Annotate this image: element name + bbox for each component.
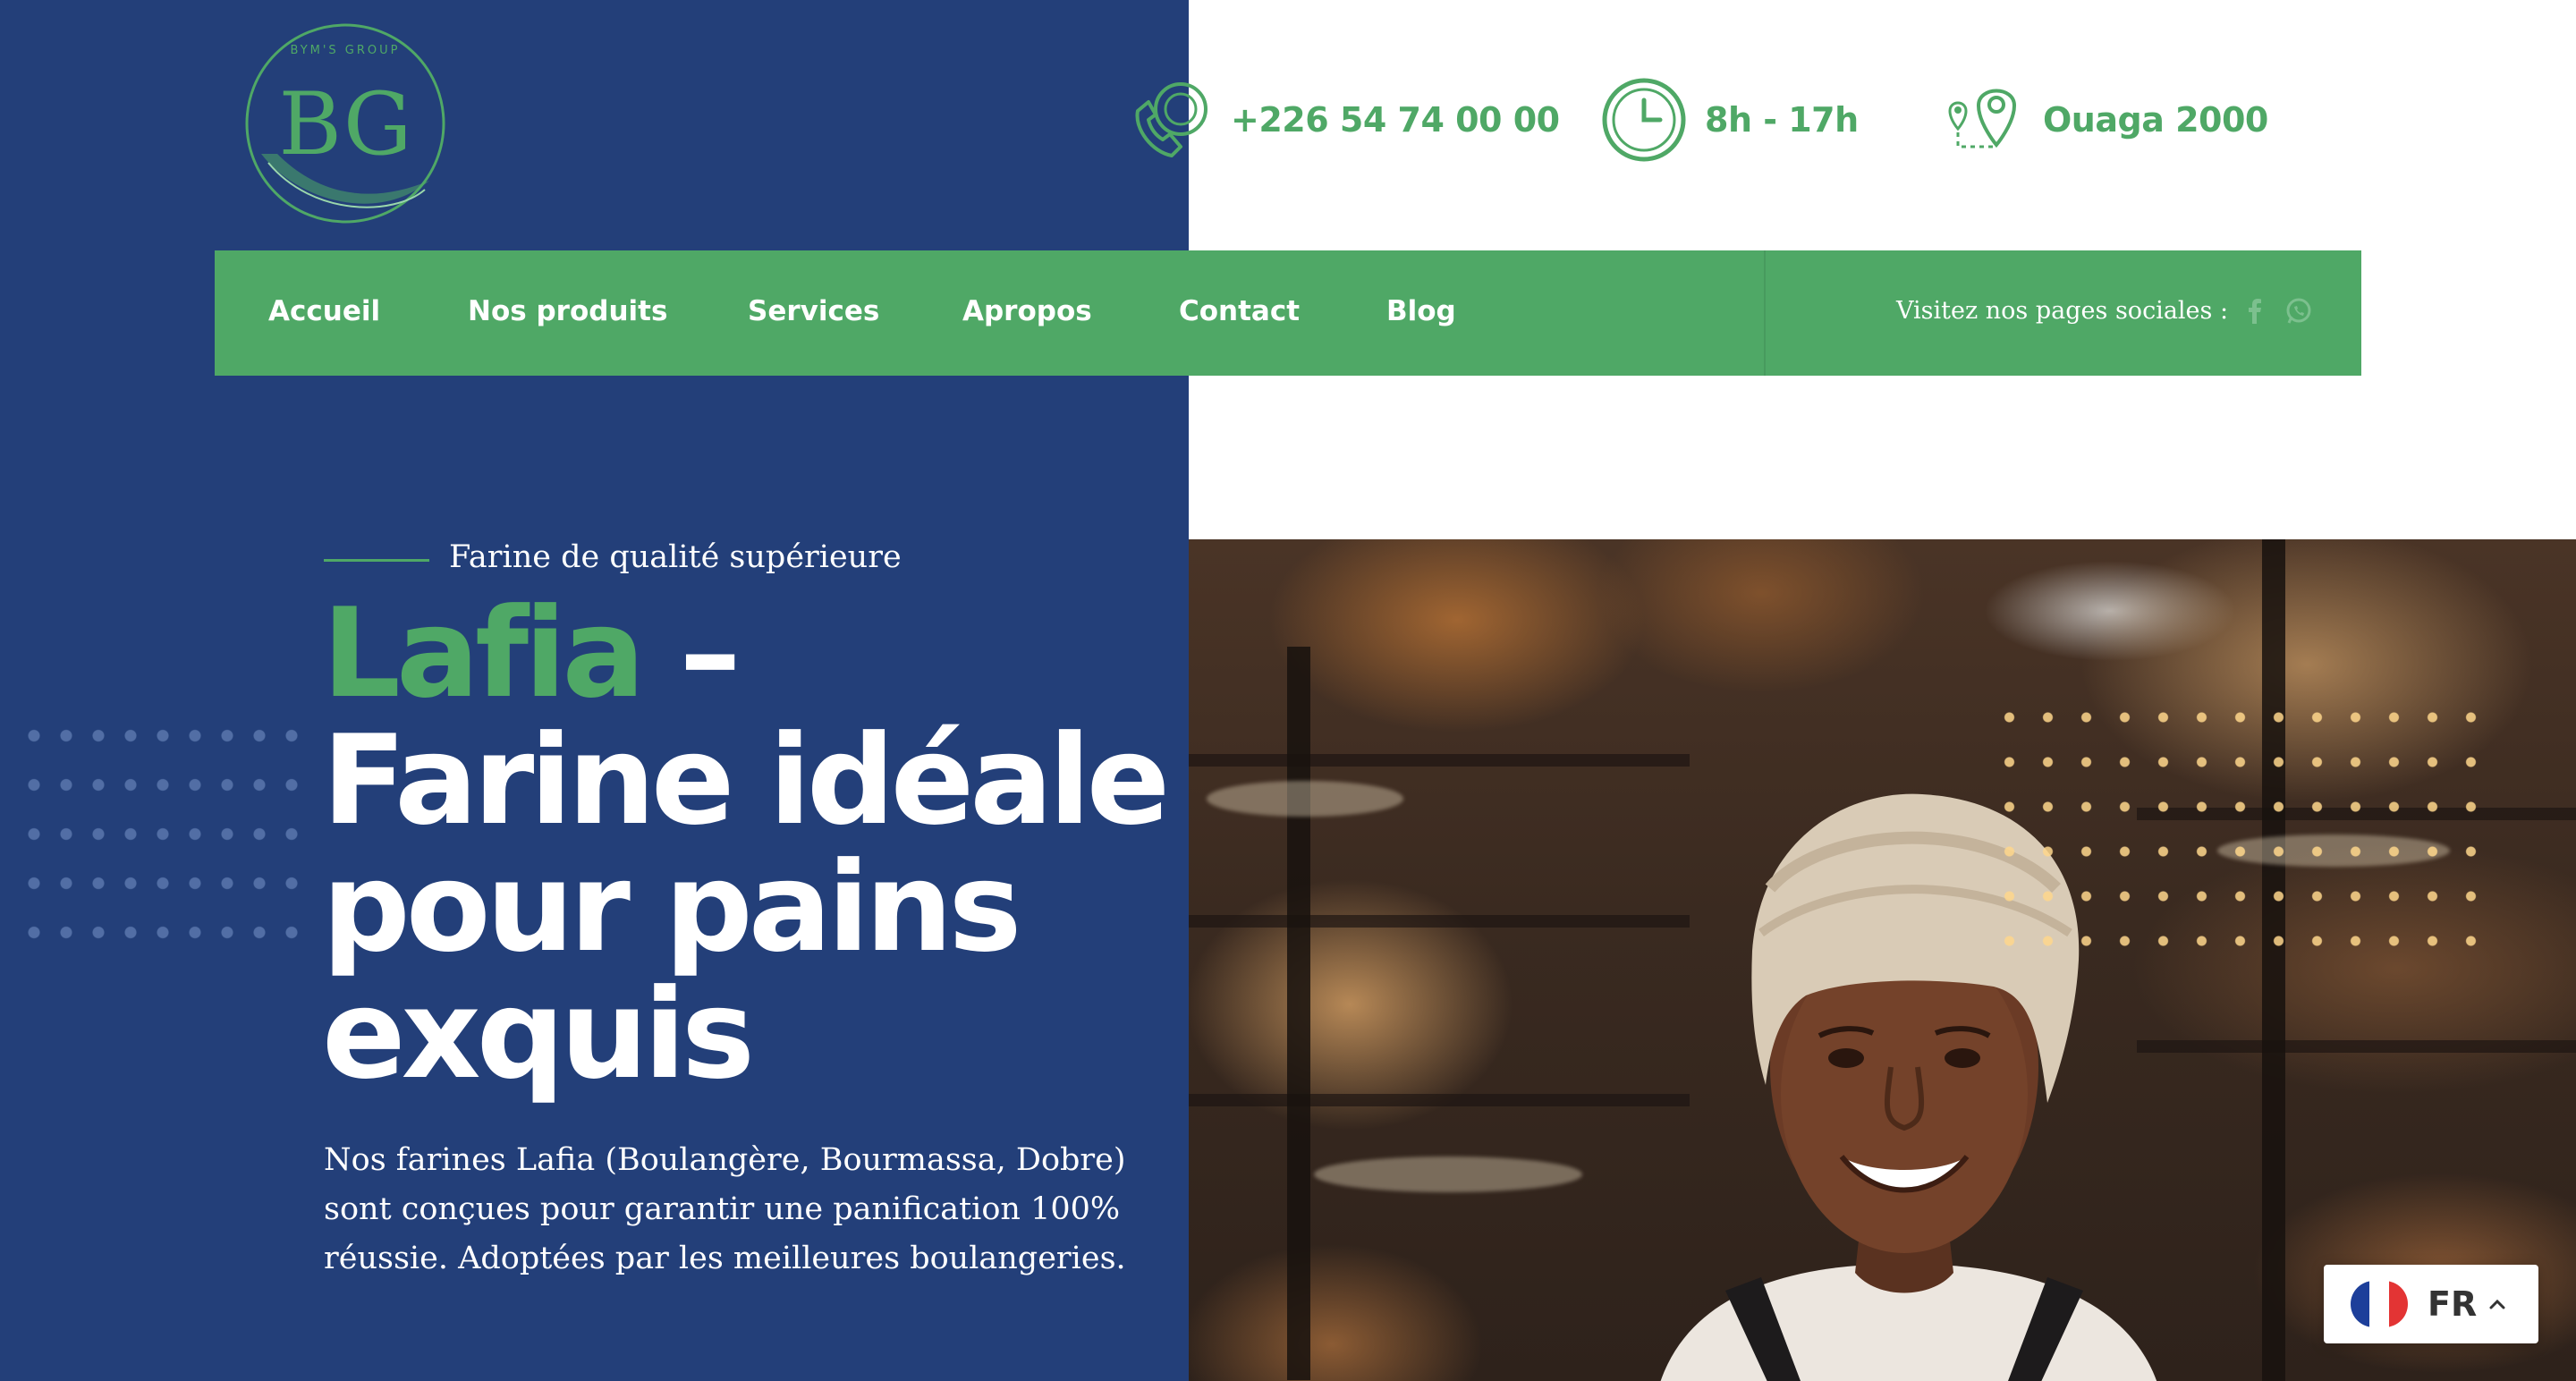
nav-item-apropos[interactable]: Apropos	[962, 295, 1092, 327]
phone-number: +226 54 74 00 00	[1231, 100, 1560, 140]
language-switcher[interactable]: FR	[2324, 1265, 2538, 1343]
shelf-post	[1287, 647, 1310, 1380]
language-code: FR	[2428, 1284, 2478, 1324]
brand-logo[interactable]: BG BYM'S GROUP	[242, 20, 449, 227]
decorative-dots	[18, 711, 313, 970]
light-glow	[1314, 1156, 1582, 1192]
eyebrow-line	[324, 559, 429, 562]
clock-icon	[1599, 75, 1689, 165]
nav-item-blog[interactable]: Blog	[1386, 295, 1456, 327]
bg-logo-icon: BG BYM'S GROUP	[245, 23, 445, 224]
shelf	[1189, 754, 1690, 767]
svg-text:BYM'S GROUP: BYM'S GROUP	[290, 44, 400, 57]
nav-item-accueil[interactable]: Accueil	[268, 295, 380, 327]
main-navbar: Accueil Nos produits Services Apropos Co…	[215, 250, 2361, 376]
shelf	[1189, 1094, 1690, 1106]
whatsapp-icon[interactable]	[2284, 297, 2313, 326]
phone-call-icon	[1125, 75, 1215, 165]
shelf	[2137, 1040, 2576, 1053]
nav-item-services[interactable]: Services	[748, 295, 879, 327]
headline-dash: –	[640, 581, 741, 725]
facebook-icon[interactable]	[2241, 297, 2269, 326]
map-pin-icon	[1937, 75, 2027, 165]
hero-lead: Nos farines Lafia (Boulangère, Bourmassa…	[324, 1142, 1126, 1276]
hero-eyebrow: Farine de qualité supérieure	[449, 539, 902, 575]
headline-rest: Farine idéale pour pains exquis	[322, 708, 1170, 1106]
contact-location[interactable]: Ouaga 2000	[1937, 75, 2268, 165]
nav-item-nos-produits[interactable]: Nos produits	[468, 295, 667, 327]
opening-hours: 8h - 17h	[1705, 100, 1859, 140]
light-glow	[1207, 781, 1403, 817]
hero-headline: Lafia – Farine idéale pour pains exquis	[322, 590, 1199, 1098]
nav-item-contact[interactable]: Contact	[1179, 295, 1300, 327]
france-flag-icon	[2351, 1281, 2408, 1327]
contact-phone[interactable]: +226 54 74 00 00	[1125, 75, 1560, 165]
location-name: Ouaga 2000	[2043, 100, 2268, 140]
decorative-dots	[1990, 695, 2491, 954]
social-label: Visitez nos pages sociales :	[1896, 297, 2229, 325]
nav-divider	[1764, 250, 1766, 376]
shelf	[1189, 915, 1690, 928]
contact-hours: 8h - 17h	[1599, 75, 1859, 165]
chevron-up-icon	[2489, 1299, 2505, 1309]
hero-photo	[1189, 539, 2576, 1381]
shelf-post	[2262, 539, 2285, 1381]
svg-text:BG: BG	[278, 74, 411, 174]
headline-accent: Lafia	[322, 581, 646, 725]
